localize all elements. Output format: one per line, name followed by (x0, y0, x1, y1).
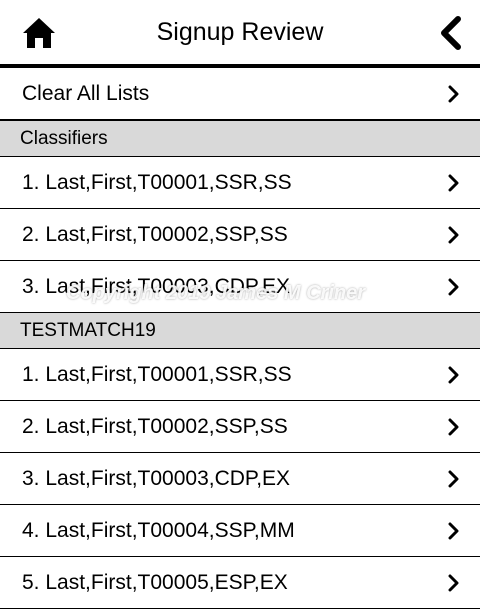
page-title: Signup Review (156, 18, 324, 46)
list-item[interactable]: 3. Last,First,T00003,CDP,EX (0, 453, 480, 505)
list-item[interactable]: 2. Last,First,T00002,SSP,SS (0, 401, 480, 453)
chevron-left-icon[interactable] (438, 16, 462, 50)
chevron-right-icon (448, 522, 459, 540)
clear-all-lists-row[interactable]: Clear All Lists (0, 68, 480, 120)
list-item[interactable]: 1. Last,First,T00001,SSR,SS (0, 157, 480, 209)
chevron-right-icon (448, 470, 459, 488)
chevron-right-icon (448, 574, 459, 592)
chevron-right-icon (448, 174, 459, 192)
row-label: 5. Last,First,T00005,ESP,EX (22, 571, 288, 594)
app-header: Signup Review (0, 0, 480, 68)
chevron-right-icon (448, 226, 459, 244)
chevron-right-icon (448, 418, 459, 436)
chevron-right-icon (448, 278, 459, 296)
row-label: 2. Last,First,T00002,SSP,SS (22, 223, 288, 246)
chevron-right-icon (448, 366, 459, 384)
row-label: 2. Last,First,T00002,SSP,SS (22, 415, 288, 438)
row-label: 3. Last,First,T00003,CDP,EX (22, 275, 291, 298)
section-header-testmatch19: TESTMATCH19 (0, 312, 480, 349)
list-item[interactable]: 5. Last,First,T00005,ESP,EX (0, 557, 480, 609)
list-item[interactable]: 3. Last,First,T00003,CDP,EX (0, 261, 480, 312)
signup-list: Clear All Lists Classifiers 1. Last,Firs… (0, 68, 480, 609)
row-label: 4. Last,First,T00004,SSP,MM (22, 519, 295, 542)
list-item[interactable]: 2. Last,First,T00002,SSP,SS (0, 209, 480, 261)
row-label: 1. Last,First,T00001,SSR,SS (22, 363, 292, 386)
row-label: 3. Last,First,T00003,CDP,EX (22, 467, 291, 490)
list-item[interactable]: 1. Last,First,T00001,SSR,SS (0, 349, 480, 401)
row-label: 1. Last,First,T00001,SSR,SS (22, 171, 292, 194)
section-header-classifiers: Classifiers (0, 120, 480, 157)
list-item[interactable]: 4. Last,First,T00004,SSP,MM (0, 505, 480, 557)
chevron-right-icon (448, 85, 459, 103)
row-label: Clear All Lists (22, 82, 150, 105)
